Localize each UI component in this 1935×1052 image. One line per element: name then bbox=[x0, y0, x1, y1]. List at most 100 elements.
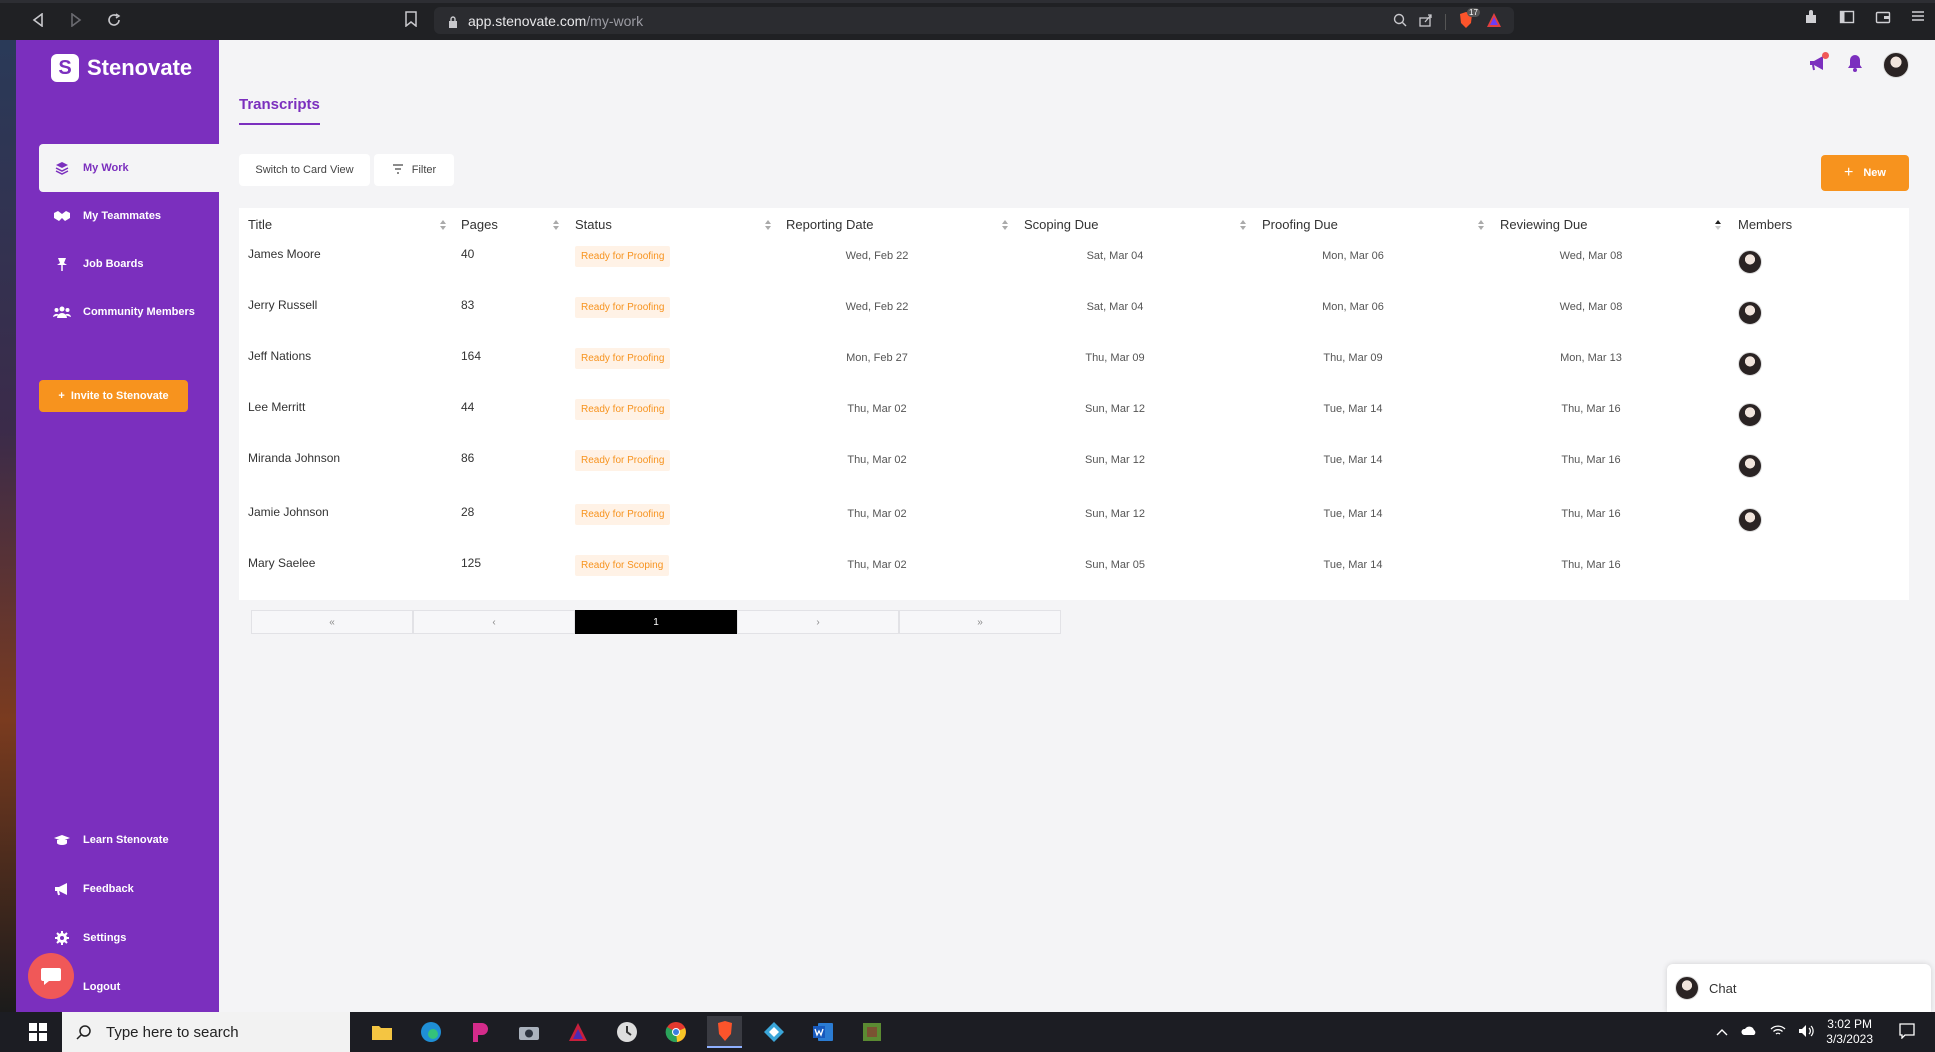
member-avatar[interactable] bbox=[1738, 508, 1762, 532]
cell-pages: 40 bbox=[461, 247, 475, 261]
wifi-icon[interactable] bbox=[1770, 1024, 1786, 1040]
column-header-reviewing-due[interactable]: Reviewing Due bbox=[1500, 217, 1587, 232]
cell-title[interactable]: Jerry Russell bbox=[248, 298, 317, 312]
switch-view-button[interactable]: Switch to Card View bbox=[239, 154, 370, 186]
page-current-button[interactable]: 1 bbox=[575, 610, 737, 634]
page-next-button[interactable]: › bbox=[737, 610, 899, 634]
reload-button[interactable] bbox=[100, 6, 128, 34]
tray-chevron-icon[interactable] bbox=[1716, 1025, 1728, 1039]
chat-bubble-button[interactable] bbox=[28, 953, 74, 999]
graduation-cap-icon bbox=[53, 833, 71, 847]
brave-rewards-icon[interactable] bbox=[1486, 12, 1502, 31]
taskbar-clock[interactable]: 3:02 PM 3/3/2023 bbox=[1826, 1017, 1873, 1047]
sidebar-item-job-boards[interactable]: Job Boards bbox=[39, 240, 219, 288]
page-last-button[interactable]: » bbox=[899, 610, 1061, 634]
column-header-pages[interactable]: Pages bbox=[461, 217, 498, 232]
column-header-scoping-due[interactable]: Scoping Due bbox=[1024, 217, 1098, 232]
member-avatar[interactable] bbox=[1738, 454, 1762, 478]
member-avatar[interactable] bbox=[1738, 250, 1762, 274]
sidebar-item-settings[interactable]: Settings bbox=[39, 914, 219, 962]
brave-icon[interactable] bbox=[707, 1016, 742, 1048]
sort-icon-active[interactable] bbox=[1714, 219, 1722, 231]
sort-icon[interactable] bbox=[1001, 219, 1009, 231]
sort-icon[interactable] bbox=[1477, 219, 1485, 231]
cell-proofing-due: Tue, Mar 14 bbox=[1323, 454, 1383, 466]
page-prev-button[interactable]: ‹ bbox=[413, 610, 575, 634]
edge-icon[interactable] bbox=[413, 1016, 448, 1048]
invite-button[interactable]: + Invite to Stenovate bbox=[39, 380, 188, 412]
page-first-button[interactable]: « bbox=[251, 610, 413, 634]
sidebar-item-community-members[interactable]: Community Members bbox=[39, 288, 219, 336]
cell-proofing-due: Mon, Mar 06 bbox=[1322, 250, 1384, 262]
member-avatar[interactable] bbox=[1738, 301, 1762, 325]
column-header-title[interactable]: Title bbox=[248, 217, 272, 232]
paint-app-icon[interactable] bbox=[462, 1016, 497, 1048]
sort-icon[interactable] bbox=[552, 219, 560, 231]
address-bar[interactable]: app.stenovate.com/my-work 17 bbox=[434, 7, 1514, 34]
table-row[interactable]: James Moore 40 Ready for Proofing Wed, F… bbox=[239, 240, 1909, 291]
tab-transcripts[interactable]: Transcripts bbox=[239, 96, 320, 125]
maps-app-icon[interactable] bbox=[756, 1016, 791, 1048]
sidebar-item-my-work[interactable]: My Work bbox=[39, 144, 219, 192]
extensions-icon[interactable] bbox=[1803, 9, 1819, 30]
chat-widget[interactable]: Chat bbox=[1667, 964, 1931, 1012]
sort-icon[interactable] bbox=[764, 219, 772, 231]
sidebar-item-my-teammates[interactable]: My Teammates bbox=[39, 192, 219, 240]
wallet-icon[interactable] bbox=[1875, 9, 1891, 30]
notification-dot bbox=[1822, 51, 1829, 59]
column-header-reporting-date[interactable]: Reporting Date bbox=[786, 217, 873, 232]
taskbar-search[interactable]: Type here to search bbox=[62, 1012, 350, 1052]
cell-title[interactable]: Lee Merritt bbox=[248, 400, 305, 414]
cell-title[interactable]: Jeff Nations bbox=[248, 349, 311, 363]
back-button[interactable] bbox=[24, 6, 52, 34]
windows-start-button[interactable] bbox=[14, 1012, 62, 1052]
sort-icon[interactable] bbox=[439, 219, 447, 231]
member-avatar[interactable] bbox=[1738, 403, 1762, 427]
member-avatar[interactable] bbox=[1738, 352, 1762, 376]
zoom-icon[interactable] bbox=[1393, 13, 1407, 30]
onedrive-icon[interactable] bbox=[1740, 1025, 1758, 1039]
volume-icon[interactable] bbox=[1798, 1024, 1814, 1041]
cell-title[interactable]: James Moore bbox=[248, 247, 321, 261]
table-row[interactable]: Lee Merritt 44 Ready for Proofing Thu, M… bbox=[239, 393, 1909, 444]
minecraft-icon[interactable] bbox=[854, 1016, 889, 1048]
cell-title[interactable]: Jamie Johnson bbox=[248, 505, 329, 519]
sort-icon[interactable] bbox=[1239, 219, 1247, 231]
table-row[interactable]: Jerry Russell 83 Ready for Proofing Wed,… bbox=[239, 291, 1909, 342]
cell-reviewing-due: Mon, Mar 13 bbox=[1560, 352, 1622, 364]
cell-reviewing-due: Thu, Mar 16 bbox=[1561, 559, 1621, 571]
menu-icon[interactable] bbox=[1911, 9, 1925, 30]
announcements-icon[interactable] bbox=[1809, 51, 1829, 76]
user-avatar[interactable] bbox=[1883, 52, 1909, 78]
word-icon[interactable] bbox=[805, 1016, 840, 1048]
bell-icon[interactable] bbox=[1847, 54, 1863, 77]
clock-app-icon[interactable] bbox=[609, 1016, 644, 1048]
filter-button[interactable]: Filter bbox=[374, 154, 454, 186]
camera-icon[interactable] bbox=[511, 1016, 546, 1048]
sidebar-toggle-icon[interactable] bbox=[1839, 9, 1855, 30]
cell-reporting-date: Mon, Feb 27 bbox=[846, 352, 908, 364]
table-row[interactable]: Mary Saelee 125 Ready for Scoping Thu, M… bbox=[239, 549, 1909, 600]
affinity-icon[interactable] bbox=[560, 1016, 595, 1048]
transcripts-table: Title Pages Status Reporting Date Scopin… bbox=[239, 208, 1909, 498]
sidebar-item-feedback[interactable]: Feedback bbox=[39, 865, 219, 913]
notification-center-icon[interactable] bbox=[1899, 1022, 1915, 1042]
share-icon[interactable] bbox=[1419, 13, 1433, 30]
sidebar-item-learn-stenovate[interactable]: Learn Stenovate bbox=[39, 816, 219, 864]
cell-title[interactable]: Mary Saelee bbox=[248, 556, 315, 570]
status-badge: Ready for Proofing bbox=[575, 297, 671, 318]
brave-shields-icon[interactable]: 17 bbox=[1458, 8, 1480, 32]
table-row[interactable]: Jeff Nations 164 Ready for Proofing Mon,… bbox=[239, 342, 1909, 393]
column-header-status[interactable]: Status bbox=[575, 217, 612, 232]
column-header-proofing-due[interactable]: Proofing Due bbox=[1262, 217, 1338, 232]
sidebar: S Stenovate My Work My Teammates Job Boa… bbox=[16, 40, 219, 1012]
bookmark-icon[interactable] bbox=[405, 11, 417, 32]
forward-button[interactable] bbox=[62, 6, 90, 34]
chrome-icon[interactable] bbox=[658, 1016, 693, 1048]
cell-title[interactable]: Miranda Johnson bbox=[248, 451, 340, 465]
table-row[interactable]: Miranda Johnson 86 Ready for Proofing Th… bbox=[239, 444, 1909, 495]
brand[interactable]: S Stenovate bbox=[51, 54, 192, 82]
table-row[interactable]: Jamie Johnson 28 Ready for Proofing Thu,… bbox=[239, 498, 1909, 549]
file-explorer-icon[interactable] bbox=[364, 1016, 399, 1048]
new-button[interactable]: + New bbox=[1821, 155, 1909, 191]
